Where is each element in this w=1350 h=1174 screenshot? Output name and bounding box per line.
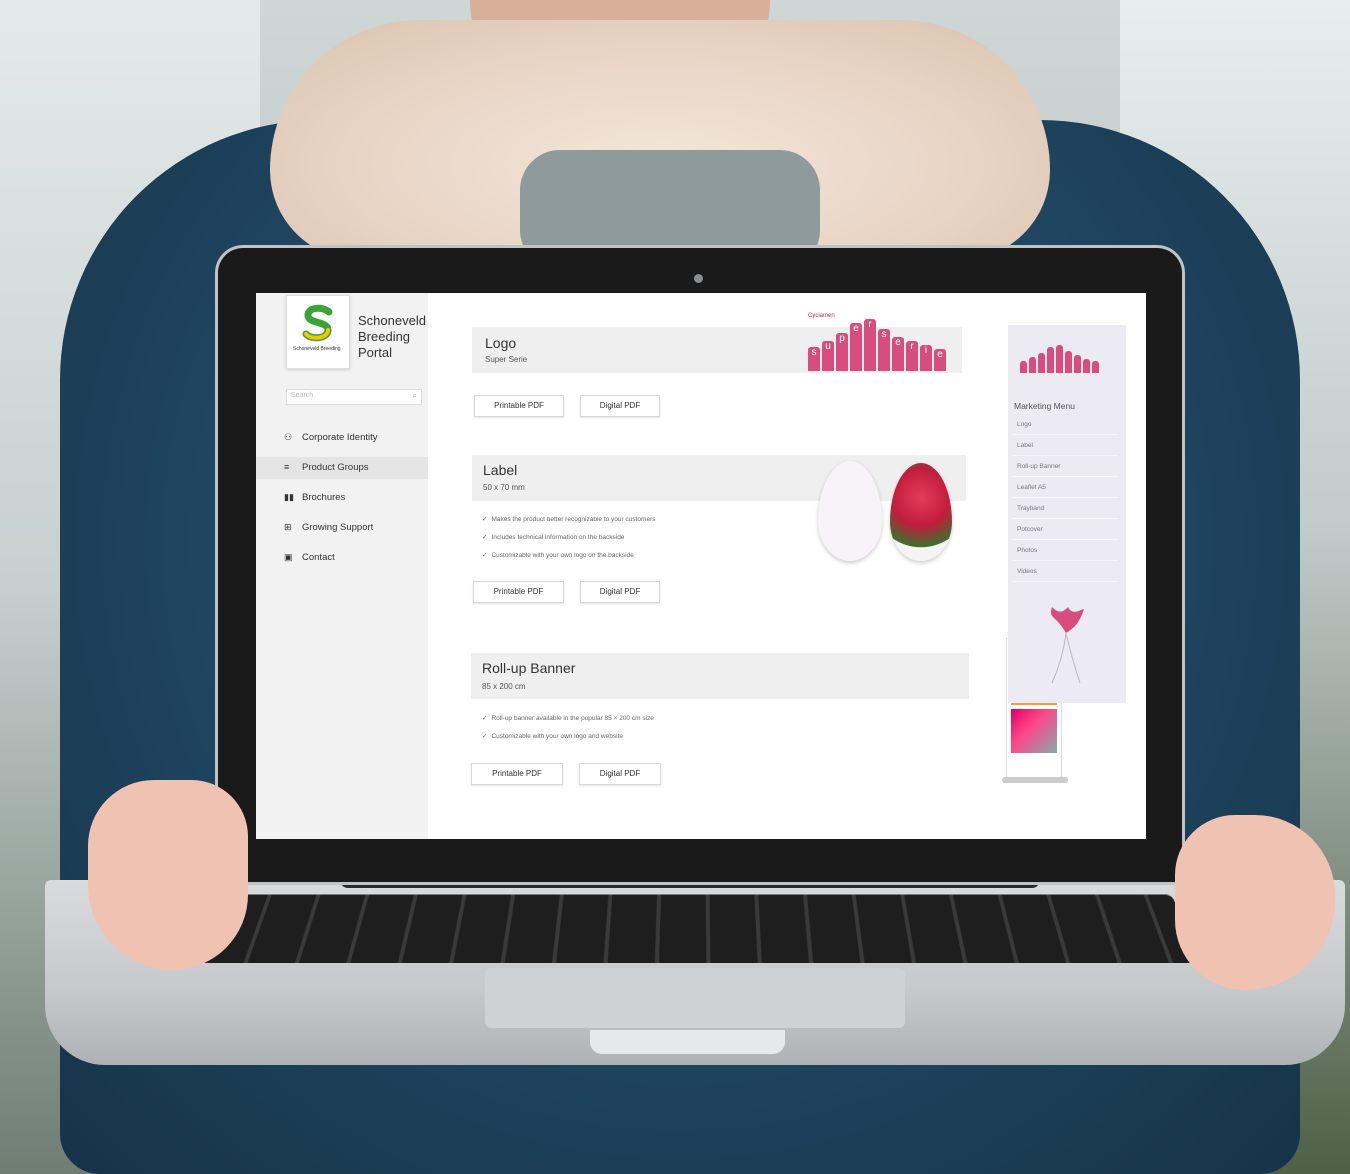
- company-logo[interactable]: Schoneveld Breeding: [286, 295, 350, 369]
- banner-photo: [1011, 709, 1057, 753]
- label-feature-text: Customizable with your own logo on the b…: [491, 552, 633, 559]
- label-feature-2: ✓ Includes technical information on the b…: [482, 533, 624, 541]
- laptop-trackpad: [485, 968, 905, 1028]
- logo-digital-pdf-button[interactable]: Digital PDF: [580, 395, 660, 417]
- marketing-menu-item-videos[interactable]: Videos: [1012, 564, 1118, 582]
- marketing-menu-label: Roll-up Banner: [1017, 463, 1060, 470]
- check-icon: ✓: [482, 552, 487, 559]
- marketing-menu-item-potcover[interactable]: Potcover: [1012, 522, 1118, 540]
- marketing-menu-item-trayband[interactable]: Trayband: [1012, 501, 1118, 519]
- brand-line-1: Schoneveld: [358, 313, 438, 329]
- label-feature-text: Makes the product better recognizable to…: [491, 516, 655, 523]
- section-subtitle-logo: Super Serie: [485, 355, 527, 364]
- check-icon: ✓: [482, 516, 487, 523]
- section-title-label: Label: [483, 462, 517, 478]
- rollup-feature-1: ✓ Roll-up banner available in the popular…: [482, 714, 654, 722]
- camera-icon: [694, 274, 703, 283]
- marketing-menu-label: Trayband: [1017, 505, 1044, 512]
- portal-brand: Schoneveld Breeding Portal: [358, 313, 438, 361]
- marketing-menu-label: Logo: [1017, 421, 1031, 428]
- rollup-feature-text: Customizable with your own logo and webs…: [491, 733, 623, 740]
- sidebar: Schoneveld Breeding Schoneveld Breeding …: [256, 293, 428, 839]
- portal-screen: Schoneveld Breeding Schoneveld Breeding …: [256, 293, 1146, 839]
- section-band-label: [472, 455, 966, 501]
- cyclamen-flower-icon: [1046, 605, 1086, 685]
- nav-item-corporate-identity[interactable]: ⚇ Corporate Identity: [256, 427, 428, 449]
- nav-item-brochures[interactable]: ▮▮ Brochures: [256, 487, 428, 509]
- nav-label: Growing Support: [302, 522, 373, 533]
- marketing-menu-item-photos[interactable]: Photos: [1012, 543, 1118, 561]
- people-icon: ⚇: [284, 432, 292, 443]
- logo-printable-pdf-button[interactable]: Printable PDF: [474, 395, 564, 417]
- check-icon: ✓: [482, 534, 487, 541]
- nav-item-product-groups[interactable]: ≡ Product Groups: [256, 457, 428, 479]
- marketing-menu-item-rollup-banner[interactable]: Roll-up Banner: [1012, 459, 1118, 477]
- section-subtitle-rollup: 85 x 200 cm: [482, 682, 526, 691]
- rollup-feature-2: ✓ Customizable with your own logo and web…: [482, 732, 623, 740]
- section-subtitle-label: 50 x 70 mm: [483, 483, 525, 492]
- brand-line-3: Portal: [358, 345, 438, 361]
- list-icon: ≡: [284, 462, 289, 472]
- rollup-feature-text: Roll-up banner available in the popular …: [491, 715, 653, 722]
- marketing-menu-label: Potcover: [1017, 526, 1043, 533]
- banner-foot: [1002, 777, 1068, 783]
- left-hand: [88, 780, 248, 970]
- nav-label: Corporate Identity: [302, 432, 378, 443]
- marketing-menu-item-logo[interactable]: Logo: [1012, 417, 1118, 435]
- marketing-menu-item-leaflet-a5[interactable]: Leaflet A5: [1012, 480, 1118, 498]
- nav-item-contact[interactable]: ▣ Contact: [256, 547, 428, 569]
- rollup-digital-pdf-button[interactable]: Digital PDF: [579, 763, 661, 785]
- label-feature-text: Includes technical information on the ba…: [491, 534, 624, 541]
- check-icon: ✓: [482, 715, 487, 722]
- nav-label: Brochures: [302, 492, 345, 503]
- marketing-menu-logo: [1020, 345, 1099, 373]
- logo-small-text: Schoneveld Breeding: [293, 346, 343, 352]
- label-feature-1: ✓ Makes the product better recognizable t…: [482, 515, 655, 523]
- main-content: Logo Super Serie Cyclamen superserie Pri…: [428, 293, 988, 839]
- laptop-keyboard: [196, 895, 1199, 964]
- nav-item-growing-support[interactable]: ⊞ Growing Support: [256, 517, 428, 539]
- laptop-notch: [590, 1030, 785, 1054]
- check-icon: ✓: [482, 733, 487, 740]
- s-logo-icon: [301, 304, 335, 342]
- label-feature-3: ✓ Customizable with your own logo on the …: [482, 551, 634, 559]
- contact-card-icon: ▣: [284, 552, 293, 563]
- search-icon[interactable]: ⌕: [413, 391, 417, 401]
- search-input[interactable]: Search ⌕: [286, 389, 422, 405]
- marketing-menu-item-label[interactable]: Label: [1012, 438, 1118, 456]
- section-title-logo: Logo: [485, 335, 516, 351]
- plus-box-icon: ⊞: [284, 522, 292, 533]
- label-digital-pdf-button[interactable]: Digital PDF: [580, 581, 660, 603]
- book-icon: ▮▮: [284, 492, 294, 503]
- superserie-bars: superserie: [808, 319, 946, 371]
- superserie-logo: Cyclamen superserie: [808, 313, 946, 371]
- marketing-menu-label: Videos: [1017, 568, 1037, 575]
- marketing-menu-label: Photos: [1017, 547, 1037, 554]
- section-title-rollup: Roll-up Banner: [482, 660, 575, 676]
- nav-label: Contact: [302, 552, 335, 563]
- brand-line-2: Breeding: [358, 329, 438, 345]
- marketing-menu-label: Leaflet A5: [1017, 484, 1046, 491]
- search-placeholder: Search: [291, 392, 313, 399]
- rollup-printable-pdf-button[interactable]: Printable PDF: [471, 763, 563, 785]
- marketing-menu-label: Label: [1017, 442, 1033, 449]
- nav-label: Product Groups: [302, 462, 369, 473]
- marketing-menu-title: Marketing Menu: [1014, 401, 1075, 411]
- marketing-menu: Marketing Menu Logo Label Roll-up Banner…: [1008, 325, 1126, 703]
- label-printable-pdf-button[interactable]: Printable PDF: [473, 581, 564, 603]
